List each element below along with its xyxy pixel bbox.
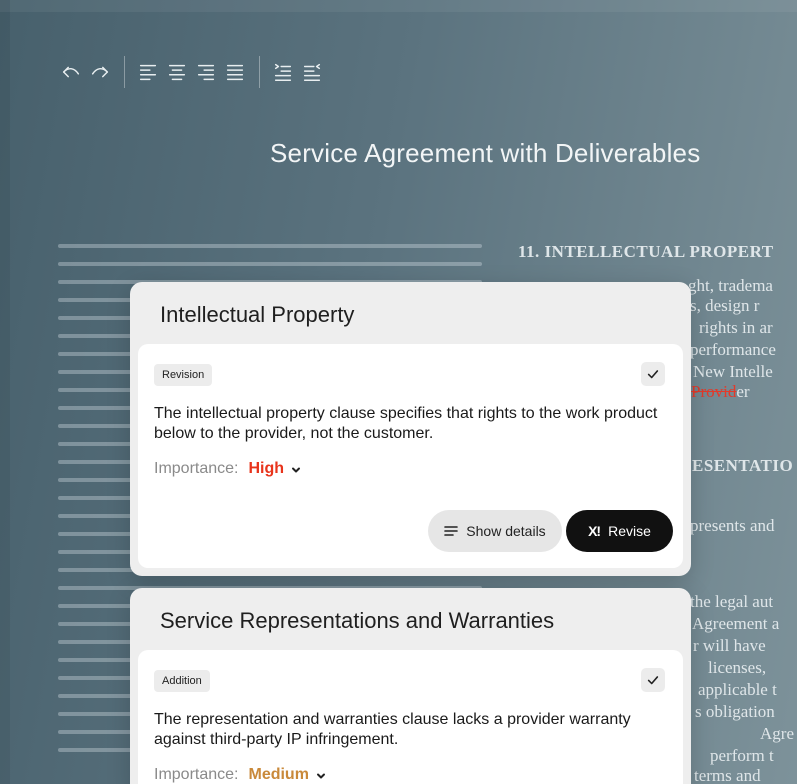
issue-panel: Addition The representation and warranti… [138, 650, 683, 784]
struck-text: Provid [691, 382, 737, 401]
document-text-line: Provider [691, 382, 750, 402]
card-title: Intellectual Property [160, 302, 355, 327]
importance-value: High [248, 460, 285, 477]
checkmark-icon [647, 370, 659, 379]
section-heading: 11. INTELLECTUAL PROPERT [518, 242, 774, 261]
accept-checkbox[interactable] [641, 362, 665, 386]
text-line [58, 262, 482, 266]
align-left-icon[interactable] [135, 59, 161, 85]
issue-description: The intellectual property clause specifi… [154, 405, 658, 442]
align-justify-icon[interactable] [222, 59, 248, 85]
indent-increase-icon[interactable] [270, 59, 296, 85]
align-center-icon[interactable] [164, 59, 190, 85]
document-text-line: the legal aut [690, 592, 774, 611]
ai-sparkle-icon: X! [588, 523, 601, 539]
chevron-down-icon[interactable] [315, 769, 327, 781]
inserted-text: er [736, 382, 750, 401]
document-text-line: applicable t [698, 680, 777, 699]
document-text-line: presents and [690, 516, 775, 535]
importance-row: Importance: Medium [154, 766, 327, 784]
revise-button[interactable]: X! Revise [566, 510, 673, 552]
redo-icon[interactable] [87, 59, 113, 85]
document-text-line: Agre [760, 724, 794, 743]
document-title: Service Agreement with Deliverables [270, 138, 701, 168]
change-type-badge: Revision [154, 364, 213, 386]
document-text-line: New Intelle [693, 362, 773, 381]
details-lines-icon [444, 526, 459, 536]
accept-checkbox[interactable] [641, 668, 665, 692]
show-details-button[interactable]: Show details [428, 510, 562, 552]
importance-value: Medium [248, 766, 309, 783]
checkmark-icon [647, 676, 659, 685]
document-text-line: r will have [693, 636, 766, 655]
issue-card-service-representations: Service Representations and Warranties A… [130, 588, 691, 784]
importance-label: Importance: [154, 766, 239, 783]
undo-icon[interactable] [58, 59, 84, 85]
issue-panel: Revision The intellectual property claus… [138, 344, 683, 568]
indent-decrease-icon[interactable] [299, 59, 325, 85]
section-heading: ESENTATIO [692, 456, 794, 475]
window-left-edge [0, 0, 10, 784]
document-text-line: perform t [710, 746, 774, 765]
align-right-icon[interactable] [193, 59, 219, 85]
revise-label: Revise [608, 523, 651, 539]
importance-row: Importance: High [154, 460, 302, 478]
toolbar-divider [259, 56, 260, 88]
document-text-line: performance [690, 340, 776, 359]
document-text-line: rights in ar [699, 318, 773, 337]
toolbar-divider [124, 56, 125, 88]
formatting-toolbar [58, 56, 328, 88]
issue-description: The representation and warranties clause… [154, 711, 631, 748]
text-line [58, 244, 482, 248]
show-details-label: Show details [466, 523, 546, 539]
document-text-line: ght, tradema [688, 276, 773, 295]
document-text-line: terms and [694, 766, 761, 784]
document-text-line: licenses, [708, 658, 767, 677]
document-text-line: s, design r [690, 296, 760, 315]
window-top-edge [0, 0, 797, 12]
document-text-line: s obligation [695, 702, 775, 721]
card-title: Service Representations and Warranties [160, 608, 555, 633]
importance-label: Importance: [154, 460, 239, 477]
change-type-badge: Addition [154, 670, 210, 692]
chevron-down-icon[interactable] [290, 463, 302, 475]
issue-card-intellectual-property: Intellectual Property Revision The intel… [130, 282, 691, 576]
document-text-line: Agreement a [692, 614, 780, 633]
